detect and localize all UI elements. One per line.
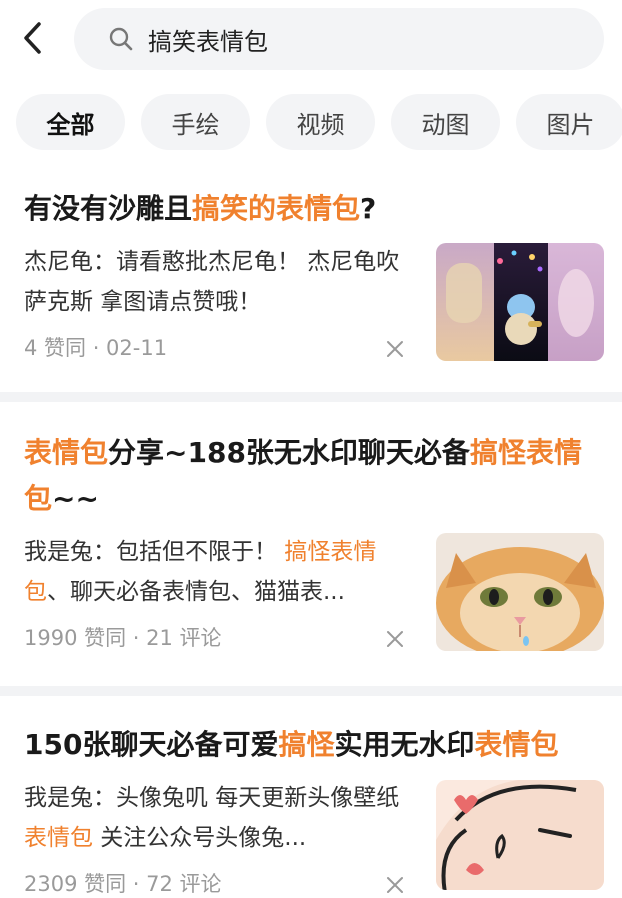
- chevron-left-icon: [24, 22, 41, 54]
- tab-label: 全部: [46, 110, 95, 139]
- result-title[interactable]: 表情包分享~188张无水印聊天必备搞怪表情包~~: [24, 430, 598, 522]
- highlight-text: 表情包: [474, 728, 559, 761]
- highlight-text: 表情包: [24, 825, 93, 851]
- thumbnail-image: [436, 243, 604, 361]
- result-snippet: 我是兔：包括但不限于！ 搞怪表情包、聊天必备表情包、猫猫表...: [24, 532, 409, 612]
- result-card[interactable]: 有没有沙雕且搞笑的表情包? 杰尼龟：请看憨批杰尼龟！ 杰尼龟吹萨克斯 拿图请点赞…: [0, 170, 622, 392]
- text-segment: 我是兔：头像兔叽 每天更新头像壁纸: [24, 785, 400, 811]
- tab-label: 视频: [296, 110, 345, 139]
- search-icon: [109, 27, 133, 51]
- result-card[interactable]: 150张聊天必备可爱搞怪实用无水印表情包 我是兔：头像兔叽 每天更新头像壁纸表情…: [0, 696, 622, 896]
- text-segment: 关注公众号头像兔...: [93, 825, 307, 851]
- result-title[interactable]: 150张聊天必备可爱搞怪实用无水印表情包: [24, 722, 598, 768]
- result-card[interactable]: 表情包分享~188张无水印聊天必备搞怪表情包~~ 我是兔：包括但不限于！ 搞怪表…: [0, 402, 622, 686]
- text-segment: ~~: [52, 482, 99, 515]
- divider: [0, 686, 622, 696]
- tab-label: 手绘: [171, 110, 220, 139]
- result-meta: 4 赞同 · 02-11: [24, 336, 168, 360]
- highlight-text: 表情包: [24, 436, 109, 469]
- text-segment: 我是兔：包括但不限于！: [24, 539, 285, 565]
- text-segment: 实用无水印: [334, 728, 475, 761]
- tab-images[interactable]: 图片: [516, 94, 622, 150]
- text-segment: 、聊天必备表情包、猫猫表...: [47, 579, 345, 605]
- tab-hand-drawn[interactable]: 手绘: [141, 94, 250, 150]
- result-snippet: 我是兔：头像兔叽 每天更新头像壁纸表情包 关注公众号头像兔...: [24, 778, 409, 858]
- top-bar: 搞笑表情包: [0, 0, 622, 80]
- search-query: 搞笑表情包: [148, 27, 268, 56]
- search-input[interactable]: 搞笑表情包: [74, 8, 604, 70]
- close-icon[interactable]: [384, 628, 406, 650]
- result-thumbnail[interactable]: [436, 243, 604, 361]
- tab-label: 动图: [421, 110, 470, 139]
- result-thumbnail[interactable]: [436, 533, 604, 651]
- result-title[interactable]: 有没有沙雕且搞笑的表情包?: [24, 186, 598, 232]
- tab-label: 图片: [546, 110, 595, 139]
- text-segment: 有没有沙雕且: [24, 192, 193, 225]
- result-meta: 2309 赞同 · 72 评论: [24, 872, 222, 896]
- text-segment: 分享~188张无水印聊天必备: [108, 436, 470, 469]
- thumbnail-image: [436, 780, 604, 890]
- tab-all[interactable]: 全部: [16, 94, 125, 150]
- back-button[interactable]: [12, 18, 52, 58]
- result-meta: 1990 赞同 · 21 评论: [24, 626, 222, 650]
- thumbnail-image: [436, 533, 604, 651]
- highlight-text: 搞怪: [278, 728, 335, 761]
- result-snippet: 杰尼龟：请看憨批杰尼龟！ 杰尼龟吹萨克斯 拿图请点赞哦！: [24, 242, 409, 322]
- text-segment: 150张聊天必备可爱: [24, 728, 279, 761]
- highlight-text: 搞笑的表情包: [192, 192, 361, 225]
- tab-gif[interactable]: 动图: [391, 94, 500, 150]
- divider: [0, 392, 622, 402]
- close-icon[interactable]: [384, 874, 406, 896]
- text-segment: ?: [360, 192, 377, 225]
- result-thumbnail[interactable]: [436, 780, 604, 890]
- close-icon[interactable]: [384, 338, 406, 360]
- tab-video[interactable]: 视频: [266, 94, 375, 150]
- filter-tabs: 全部 手绘 视频 动图 图片: [0, 94, 622, 150]
- text-segment: 杰尼龟：请看憨批杰尼龟！ 杰尼龟吹萨克斯 拿图请点赞哦！: [24, 249, 400, 315]
